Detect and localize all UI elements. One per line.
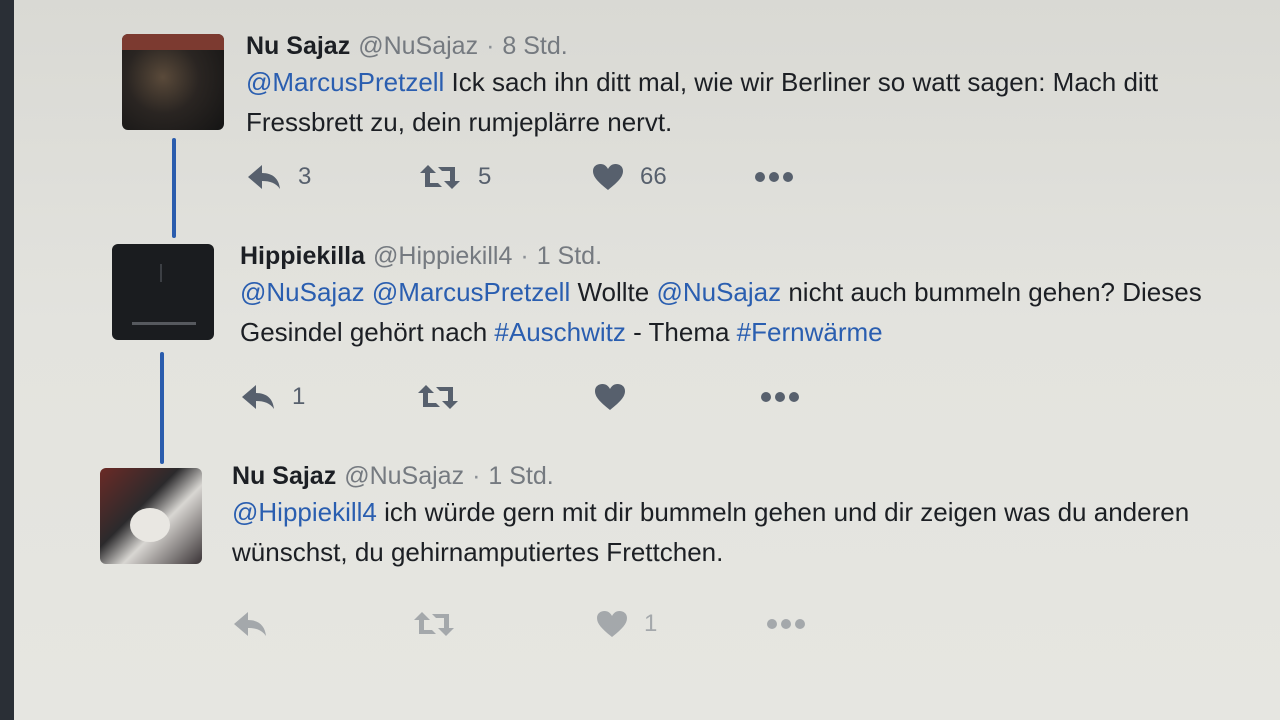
tweet-text-segment: Wollte <box>570 277 657 307</box>
hashtag-link[interactable]: #Fernwärme <box>737 317 883 347</box>
heart-icon <box>594 383 626 411</box>
separator: · <box>520 242 529 270</box>
mention-link[interactable]: @Hippiekill4 <box>232 497 377 527</box>
author-handle[interactable]: @NuSajaz <box>344 462 464 490</box>
heart-icon <box>592 163 624 191</box>
author-name[interactable]: Nu Sajaz <box>246 32 350 60</box>
timestamp[interactable]: 1 Std. <box>537 242 602 270</box>
retweet-button[interactable] <box>412 604 472 644</box>
reply-icon <box>232 610 268 638</box>
mention-link[interactable]: @MarcusPretzell <box>372 277 570 307</box>
reply-button[interactable]: 3 <box>246 157 311 197</box>
more-button[interactable] <box>766 604 806 644</box>
retweet-icon <box>416 383 460 411</box>
retweet-icon <box>412 610 456 638</box>
tweet-text-segment: - Thema <box>625 317 737 347</box>
author-handle[interactable]: @NuSajaz <box>358 32 478 60</box>
more-button[interactable] <box>754 157 794 197</box>
hashtag-link[interactable]: #Auschwitz <box>494 317 626 347</box>
separator: · <box>472 462 481 490</box>
tweet[interactable]: Nu Sajaz @NuSajaz · 8 Std. @MarcusPretzell … <box>14 30 1280 245</box>
author-name[interactable]: Nu Sajaz <box>232 462 336 490</box>
author-handle[interactable]: @Hippiekill4 <box>373 242 512 270</box>
like-button[interactable]: 1 <box>596 604 657 644</box>
more-dots-icon <box>760 391 800 403</box>
reply-count: 3 <box>298 163 312 190</box>
more-dots-icon <box>766 618 806 630</box>
retweet-icon <box>418 163 462 191</box>
like-count: 1 <box>644 610 658 637</box>
retweet-button[interactable]: 5 <box>418 157 491 197</box>
reply-icon <box>240 383 276 411</box>
separator: · <box>486 32 495 60</box>
author-name[interactable]: Hippiekilla <box>240 242 365 270</box>
reply-button[interactable]: 1 <box>240 377 305 417</box>
timestamp[interactable]: 8 Std. <box>502 32 567 60</box>
heart-icon <box>596 610 628 638</box>
tweet-text: @NuSajaz @MarcusPretzell Wollte @NuSajaz… <box>240 272 1250 352</box>
avatar[interactable] <box>112 244 214 340</box>
reply-button[interactable] <box>232 604 284 644</box>
reply-icon <box>246 163 282 191</box>
tweet[interactable]: Hippiekilla @Hippiekill4 · 1 Std. @NuSajaz … <box>14 240 1280 455</box>
like-count: 66 <box>640 163 667 190</box>
tweet-text: @Hippiekill4 ich würde gern mit dir bumm… <box>232 492 1242 572</box>
mention-link[interactable]: @NuSajaz <box>240 277 365 307</box>
retweet-count: 5 <box>478 163 492 190</box>
retweet-button[interactable] <box>416 377 476 417</box>
more-button[interactable] <box>760 377 800 417</box>
avatar[interactable] <box>122 34 224 130</box>
tweet-thread-view: Nu Sajaz @NuSajaz · 8 Std. @MarcusPretzell … <box>14 0 1280 720</box>
mention-link[interactable]: @NuSajaz <box>656 277 781 307</box>
tweet-text: @MarcusPretzell Ick sach ihn ditt mal, w… <box>246 62 1256 142</box>
mention-link[interactable]: @MarcusPretzell <box>246 67 444 97</box>
timestamp[interactable]: 1 Std. <box>488 462 553 490</box>
tweet[interactable]: Nu Sajaz @NuSajaz · 1 Std. @Hippiekill4 ich… <box>14 462 1280 677</box>
more-dots-icon <box>754 171 794 183</box>
like-button[interactable] <box>594 377 642 417</box>
like-button[interactable]: 66 <box>592 157 667 197</box>
avatar[interactable] <box>100 468 202 564</box>
reply-count: 1 <box>292 383 306 410</box>
tweet-text-segment <box>365 277 372 307</box>
